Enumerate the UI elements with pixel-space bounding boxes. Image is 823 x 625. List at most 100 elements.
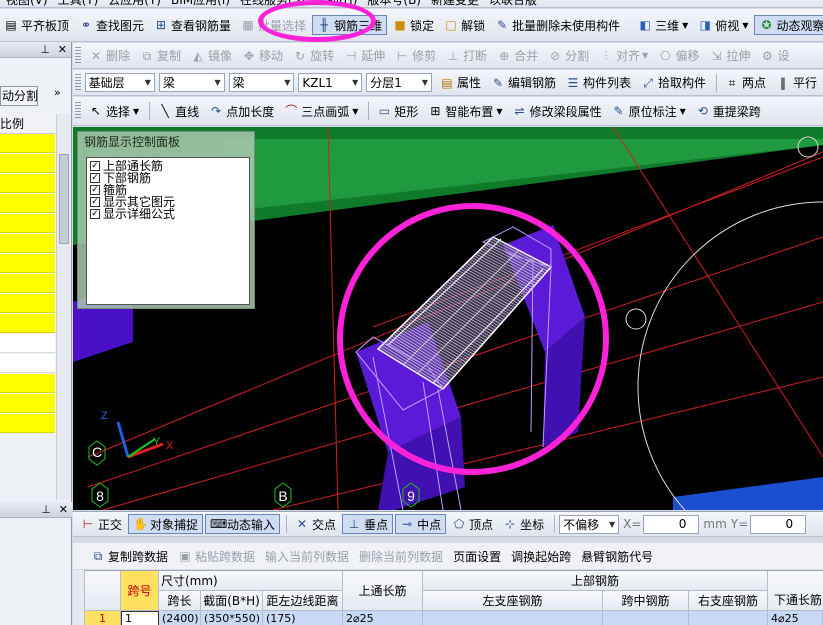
edit-rebar-button[interactable]: ✎ 编辑钢筋 [487, 73, 560, 93]
line-button[interactable]: ╲ 直线 [154, 101, 203, 121]
checkbox-checked-icon[interactable]: ✓ [90, 185, 100, 195]
mirror-button[interactable]: ◭ 镜像 [187, 46, 236, 66]
in-situ-annotation-button[interactable]: ✎ 原位标注 ▼ [608, 101, 690, 121]
menu-view[interactable]: 视图(V) [2, 0, 52, 7]
rotate-button[interactable]: ↻ 旋转 [289, 46, 338, 66]
object-snap-button[interactable]: ✋ 对象捕捉 [128, 514, 204, 534]
span-cell[interactable]: 1 [121, 611, 159, 625]
page-setup-button[interactable]: 页面设置 [449, 546, 505, 566]
smart-layout-button[interactable]: ⊞ 智能布置 ▼ [424, 101, 506, 121]
break-button[interactable]: ⊥ 打断 [442, 46, 491, 66]
offset-button[interactable]: ⎔ 偏移 [654, 46, 703, 66]
span-length-cell[interactable]: (2400) [159, 611, 201, 625]
offset-mode-select[interactable]: 不偏移 ▼ [559, 514, 620, 534]
cantilever-code-button[interactable]: 悬臂钢筋代号 [577, 546, 657, 566]
top-long-rebar-cell[interactable]: 2⌀25 [343, 611, 423, 625]
view-rebar-qty-button[interactable]: ⊞ 查看钢筋量 [150, 15, 235, 35]
component-list-button[interactable]: ☰ 构件列表 [562, 73, 635, 93]
vertex-snap-button[interactable]: ⬠ 顶点 [448, 514, 497, 534]
checkbox-checked-icon[interactable]: ✓ [90, 197, 100, 207]
extend-button[interactable]: ⊣ 延伸 [340, 46, 389, 66]
left-panel-tab[interactable]: 动分割 [0, 86, 38, 106]
two-point-button[interactable]: ⌗ 两点 [721, 73, 770, 93]
property-button[interactable]: ▤ 属性 [436, 73, 485, 93]
delete-column-data-button[interactable]: 删除当前列数据 [355, 546, 447, 566]
input-column-data-button[interactable]: 输入当前列数据 [261, 546, 353, 566]
mid-span-rebar-cell[interactable] [603, 611, 689, 625]
batch-delete-unused-button[interactable]: ✎ 批量删除未使用构件 [491, 15, 624, 35]
menu-edition[interactable]: 以联合版 [485, 0, 541, 7]
table-row[interactable] [0, 414, 55, 433]
menu-cloud[interactable]: 云应用(Y) [104, 0, 165, 7]
align-button[interactable]: ⫶ 对齐 ▼ [595, 46, 652, 66]
section-cell[interactable]: (350*550) [201, 611, 263, 625]
three-point-arc-button[interactable]: ⌒ 三点画弧 ▼ [280, 101, 362, 121]
menu-new-change[interactable]: 新建变更 [427, 0, 483, 7]
point-length-button[interactable]: ↷ 点加长度 [205, 101, 278, 121]
find-element-button[interactable]: ⚭ 查找图元 [75, 15, 148, 35]
copy-span-data-button[interactable]: ⧉ 复制跨数据 [87, 546, 172, 566]
stretch-button[interactable]: ⇲ 拉伸 [705, 46, 754, 66]
modify-beam-segment-button[interactable]: ⇌ 修改梁段属性 [509, 101, 606, 121]
settings-button[interactable]: ⚙ 设 [756, 46, 793, 66]
menu-bim[interactable]: BIM应用(I) [167, 0, 234, 7]
y-offset-input[interactable]: 0 [750, 514, 807, 534]
checkbox-checked-icon[interactable]: ✓ [90, 209, 100, 219]
midpoint-snap-button[interactable]: ⊸ 中点 [395, 514, 447, 534]
split-button[interactable]: ⊘ 分割 [544, 46, 593, 66]
checkbox-checked-icon[interactable]: ✓ [90, 173, 100, 183]
lock-button[interactable]: ■ 锁定 [389, 15, 438, 35]
bottom-long-rebar-cell[interactable]: 4⌀25 [768, 611, 823, 625]
type-select[interactable]: 梁 ▼ [228, 73, 295, 92]
align-slab-top-button[interactable]: ▤ 平齐板顶 [0, 15, 73, 35]
more-icon[interactable]: » [54, 86, 61, 99]
select-button[interactable]: ↖ 选择 ▼ [85, 101, 143, 121]
table-row[interactable] [0, 134, 55, 153]
right-support-rebar-cell[interactable] [689, 611, 768, 625]
respan-beam-button[interactable]: ⟲ 重提梁跨 [692, 101, 765, 121]
table-row[interactable] [0, 334, 55, 353]
toggle-detailed-formula[interactable]: ✓ 显示详细公式 [90, 208, 246, 220]
dynamic-orbit-button[interactable]: ✪ 动态观察 [754, 15, 823, 35]
pin-icon[interactable]: ⊥ [40, 43, 50, 56]
x-offset-input[interactable]: 0 [643, 514, 700, 534]
checkbox-checked-icon[interactable]: ✓ [90, 161, 100, 171]
vertical-scrollbar[interactable] [56, 114, 70, 500]
table-row[interactable] [0, 154, 55, 173]
left-support-rebar-cell[interactable] [423, 611, 603, 625]
floor-select[interactable]: 基础层 ▼ [84, 73, 155, 92]
trim-button[interactable]: ⊢ 修剪 [391, 46, 440, 66]
table-row[interactable] [0, 194, 55, 213]
pick-component-button[interactable]: ⤢ 拾取构件 [637, 73, 710, 93]
swap-start-span-button[interactable]: 调换起始跨 [507, 546, 575, 566]
rectangle-button[interactable]: ▭ 矩形 [373, 101, 422, 121]
category-select[interactable]: 梁 ▼ [158, 73, 225, 92]
coordinate-snap-button[interactable]: ⊹ 坐标 [499, 514, 548, 534]
unlock-button[interactable]: □ 解锁 [440, 15, 489, 35]
table-row[interactable] [0, 174, 55, 193]
distance-left-cell[interactable]: (175) [263, 611, 343, 625]
component-select[interactable]: KZL1 ▼ [298, 73, 363, 92]
top-view-button[interactable]: ◨ 俯视 ▼ [694, 15, 752, 35]
paste-span-data-button[interactable]: ▣ 粘贴跨数据 [174, 546, 259, 566]
move-button[interactable]: ✥ 移动 [238, 46, 287, 66]
table-row[interactable] [0, 254, 55, 273]
close-icon[interactable]: ✕ [58, 43, 67, 56]
menu-tools[interactable]: 工具(T) [54, 0, 103, 7]
table-row[interactable] [0, 374, 55, 393]
table-row[interactable] [0, 394, 55, 413]
3d-view-button[interactable]: ◧ 三维 ▼ [634, 15, 692, 35]
dynamic-input-button[interactable]: ⌨ 动态输入 [205, 514, 281, 534]
ortho-button[interactable]: ⊢ 正交 [77, 514, 126, 534]
table-row[interactable] [0, 354, 55, 373]
table-row[interactable] [0, 214, 55, 233]
menu-version[interactable]: 版本号(B) [363, 0, 425, 7]
parallel-button[interactable]: ‖ 平行 [772, 73, 821, 93]
row-number-cell[interactable]: 1 [85, 611, 121, 625]
pin-icon[interactable]: ⊥ [41, 503, 51, 516]
table-row[interactable] [0, 314, 55, 333]
merge-button[interactable]: ⊕ 合并 [493, 46, 542, 66]
perpendicular-snap-button[interactable]: ⊥ 垂点 [342, 514, 394, 534]
table-row[interactable] [0, 234, 55, 253]
intersection-snap-button[interactable]: ✕ 交点 [291, 514, 340, 534]
